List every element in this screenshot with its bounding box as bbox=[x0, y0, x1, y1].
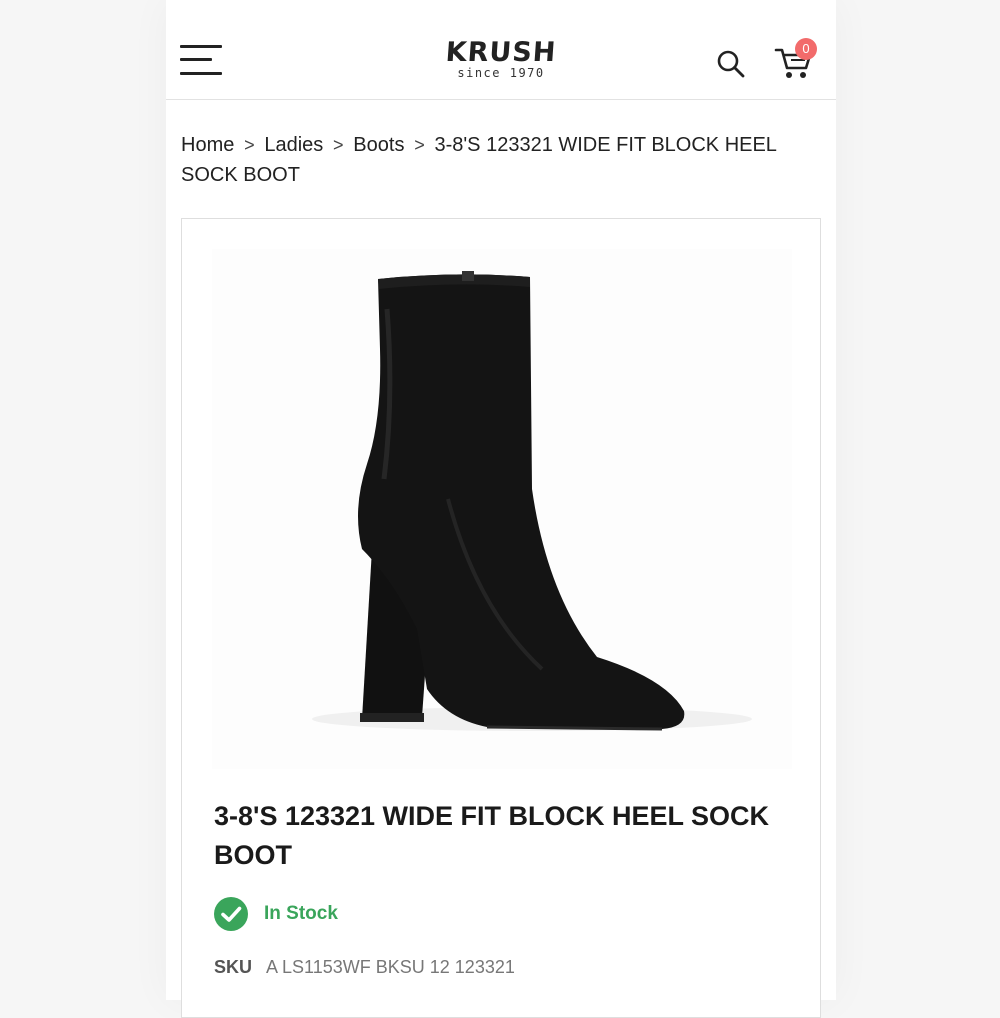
breadcrumb-separator: > bbox=[244, 135, 255, 155]
logo-wordmark: KRUSH bbox=[444, 37, 558, 68]
logo-tagline: since 1970 bbox=[457, 66, 545, 80]
cart-count-badge[interactable]: 0 bbox=[795, 38, 817, 60]
breadcrumb: Home > Ladies > Boots >3-8'S 123321 WIDE FIT … bbox=[181, 130, 821, 190]
menu-icon[interactable] bbox=[180, 43, 222, 77]
breadcrumb-item-boots[interactable]: Boots bbox=[353, 134, 404, 156]
breadcrumb-item-home[interactable]: Home bbox=[181, 134, 234, 156]
sku: SKU A LS1153WF BKSU 12 123321 bbox=[214, 957, 515, 978]
breadcrumb-separator: > bbox=[414, 135, 425, 155]
product-title: 3-8'S 123321 WIDE FIT BLOCK HEEL SOCK BO… bbox=[214, 801, 770, 870]
check-circle-icon bbox=[214, 897, 248, 931]
sku-value: A LS1153WF BKSU 12 123321 bbox=[266, 957, 515, 977]
header: KRUSH since 1970 0 bbox=[166, 0, 836, 100]
product-card: 3-8'S 123321 WIDE FIT BLOCK HEEL SOCK BO… bbox=[181, 218, 821, 1018]
stock-status: In Stock bbox=[214, 897, 338, 931]
stock-status-label: In Stock bbox=[264, 903, 338, 924]
sku-label: SKU bbox=[214, 957, 253, 977]
page: KRUSH since 1970 0 Home > Ladies > Boots >3-8… bbox=[166, 0, 836, 1018]
breadcrumb-separator: > bbox=[333, 135, 344, 155]
product-image[interactable] bbox=[212, 249, 792, 769]
search-icon[interactable] bbox=[716, 49, 746, 79]
logo[interactable]: KRUSH since 1970 bbox=[436, 37, 566, 88]
breadcrumb-item-ladies[interactable]: Ladies bbox=[264, 134, 323, 156]
